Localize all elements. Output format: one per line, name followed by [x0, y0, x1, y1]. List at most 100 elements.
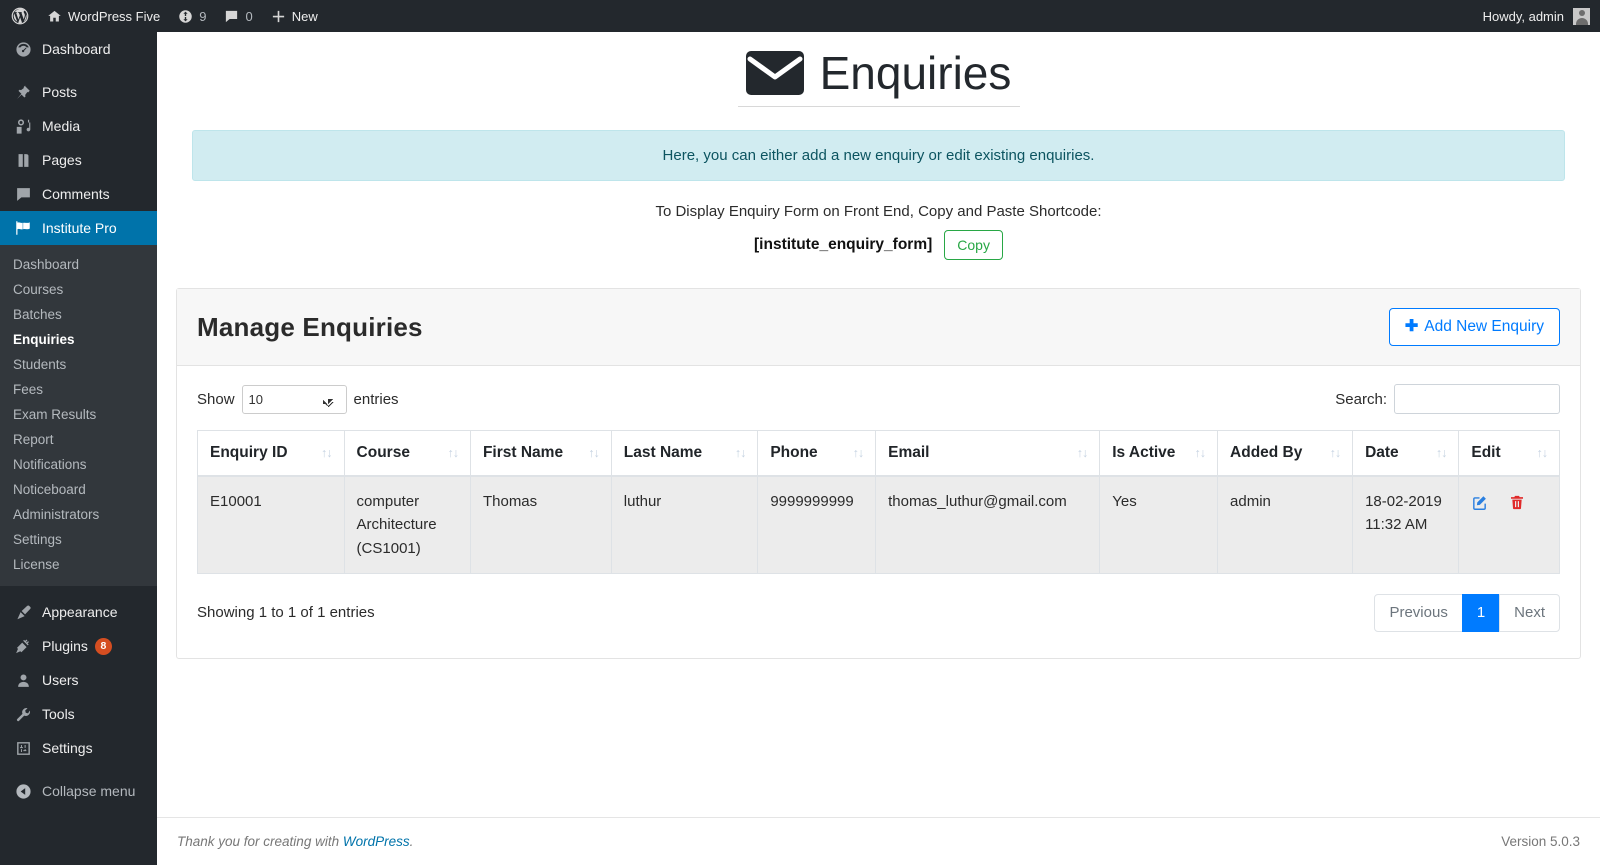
account-menu[interactable]: Howdy, admin: [1474, 0, 1600, 32]
entries-per-page-select[interactable]: 10 25 50 100: [241, 384, 347, 414]
pagination-page-1[interactable]: 1: [1461, 593, 1501, 632]
submenu-item-courses[interactable]: Courses: [0, 277, 157, 302]
user-icon: [13, 672, 33, 689]
footer-thanks-prefix: Thank you for creating with: [177, 834, 343, 849]
submenu-item-students[interactable]: Students: [0, 352, 157, 377]
column-label: Course: [356, 444, 410, 462]
submenu-item-report[interactable]: Report: [0, 427, 157, 452]
sidebar-item-plugins[interactable]: Plugins 8: [0, 629, 157, 663]
sort-icon: ↑↓: [1536, 445, 1548, 460]
column-label: Email: [888, 444, 930, 462]
submenu-item-exam-results[interactable]: Exam Results: [0, 402, 157, 427]
table-row: E10001 computer Architecture (CS1001) Th…: [197, 475, 1560, 574]
settings-sliders-icon: [13, 740, 33, 757]
comments-menu[interactable]: 0: [215, 0, 261, 32]
pagination-previous[interactable]: Previous: [1374, 593, 1463, 632]
show-label: Show: [197, 390, 235, 408]
sort-icon: ↑↓: [1076, 445, 1088, 460]
sidebar-separator: [0, 765, 157, 774]
shortcode-section: To Display Enquiry Form on Front End, Co…: [157, 203, 1600, 261]
cell-first-name: Thomas: [469, 475, 612, 574]
submenu-item-settings[interactable]: Settings: [0, 527, 157, 552]
column-header-email[interactable]: Email ↑↓: [875, 430, 1101, 478]
sidebar-item-pages[interactable]: Pages: [0, 143, 157, 177]
submenu-item-dashboard[interactable]: Dashboard: [0, 252, 157, 277]
pagination-next[interactable]: Next: [1499, 593, 1560, 632]
column-header-date[interactable]: Date ↑↓: [1352, 430, 1460, 478]
copy-shortcode-button[interactable]: Copy: [944, 230, 1003, 261]
sidebar-item-label: Dashboard: [42, 41, 111, 57]
sidebar-item-appearance[interactable]: Appearance: [0, 595, 157, 629]
cell-is-active: Yes: [1099, 475, 1219, 574]
sidebar-item-settings[interactable]: Settings: [0, 731, 157, 765]
submenu-item-noticeboard[interactable]: Noticeboard: [0, 477, 157, 502]
sort-icon: ↑↓: [447, 445, 458, 460]
sidebar-item-posts[interactable]: Posts: [0, 75, 157, 109]
collapse-menu-button[interactable]: Collapse menu: [0, 774, 157, 808]
sidebar-item-label: Settings: [42, 740, 93, 756]
site-name-menu[interactable]: WordPress Five: [38, 0, 169, 32]
column-header-added-by[interactable]: Added By ↑↓: [1217, 430, 1354, 478]
sidebar-item-label: Tools: [42, 706, 75, 722]
trash-icon[interactable]: [1509, 494, 1525, 511]
institute-pro-submenu: Dashboard Courses Batches Enquiries Stud…: [0, 245, 157, 586]
search-input[interactable]: [1394, 384, 1560, 415]
sidebar-item-label: Users: [42, 672, 79, 688]
submenu-item-enquiries[interactable]: Enquiries: [0, 327, 157, 352]
plugins-update-badge: 8: [94, 637, 112, 655]
panel-body: Show 10 25 50 100 entries Search:: [177, 366, 1580, 658]
column-header-is-active[interactable]: Is Active ↑↓: [1099, 430, 1219, 478]
sidebar-item-dashboard[interactable]: Dashboard: [0, 32, 157, 66]
submenu-item-administrators[interactable]: Administrators: [0, 502, 157, 527]
admin-sidebar: Dashboard Posts Media Pages Comments Ins…: [0, 32, 165, 865]
plus-icon: ✚: [1404, 318, 1419, 336]
column-header-phone[interactable]: Phone ↑↓: [757, 430, 877, 478]
column-label: Enquiry ID: [210, 444, 288, 462]
page-title-text: Enquiries: [819, 47, 1012, 99]
sidebar-item-media[interactable]: Media: [0, 109, 157, 143]
search-label: Search:: [1335, 390, 1387, 408]
wordpress-logo-icon[interactable]: [0, 6, 38, 26]
updates-menu[interactable]: 9: [169, 0, 215, 32]
sort-icon: ↑↓: [1194, 445, 1206, 460]
plug-icon: [13, 638, 33, 655]
sidebar-item-label: Posts: [42, 84, 78, 100]
column-header-enquiry-id[interactable]: Enquiry ID ↑↓: [197, 430, 345, 478]
edit-pencil-icon[interactable]: [1471, 494, 1488, 511]
admin-bar: WordPress Five 9 0 New Howdy, admin: [0, 0, 1600, 32]
sidebar-separator: [0, 586, 157, 595]
footer-version: Version 5.0.3: [1501, 834, 1580, 849]
submenu-item-notifications[interactable]: Notifications: [0, 452, 157, 477]
sidebar-item-users[interactable]: Users: [0, 663, 157, 697]
sidebar-item-label: Appearance: [42, 604, 118, 620]
updates-icon: [178, 9, 193, 24]
table-header-row: Enquiry ID ↑↓ Course ↑↓ First Name ↑↓ La…: [197, 430, 1560, 478]
new-label: New: [291, 8, 318, 24]
submenu-item-batches[interactable]: Batches: [0, 302, 157, 327]
column-label: Is Active: [1112, 444, 1176, 462]
footer-thanks-suffix: .: [409, 834, 414, 849]
collapse-arrow-icon: [13, 783, 33, 800]
new-content-menu[interactable]: New: [262, 0, 327, 32]
add-new-enquiry-button[interactable]: ✚ Add New Enquiry: [1388, 308, 1560, 347]
datatable-footer: Showing 1 to 1 of 1 entries Previous 1 N…: [197, 593, 1560, 632]
envelope-icon: [745, 51, 804, 95]
sidebar-item-institute-pro[interactable]: Institute Pro: [0, 211, 165, 245]
column-label: Added By: [1230, 444, 1303, 462]
column-header-course[interactable]: Course ↑↓: [343, 430, 471, 478]
manage-enquiries-panel: Manage Enquiries ✚ Add New Enquiry Show …: [176, 288, 1581, 659]
cell-email: thomas_luthur@gmail.com: [875, 475, 1101, 574]
submenu-item-fees[interactable]: Fees: [0, 377, 157, 402]
column-header-first-name[interactable]: First Name ↑↓: [469, 430, 612, 478]
sidebar-item-comments[interactable]: Comments: [0, 177, 157, 211]
home-icon: [47, 9, 62, 24]
plus-icon: [271, 9, 286, 24]
wordpress-link[interactable]: WordPress: [343, 834, 410, 849]
entries-label: entries: [353, 390, 399, 408]
cell-actions: [1458, 475, 1560, 574]
column-header-last-name[interactable]: Last Name ↑↓: [610, 430, 759, 478]
search-control: Search:: [1335, 384, 1560, 415]
submenu-item-license[interactable]: License: [0, 552, 157, 577]
sort-icon: ↑↓: [1329, 445, 1341, 460]
sidebar-item-tools[interactable]: Tools: [0, 697, 157, 731]
